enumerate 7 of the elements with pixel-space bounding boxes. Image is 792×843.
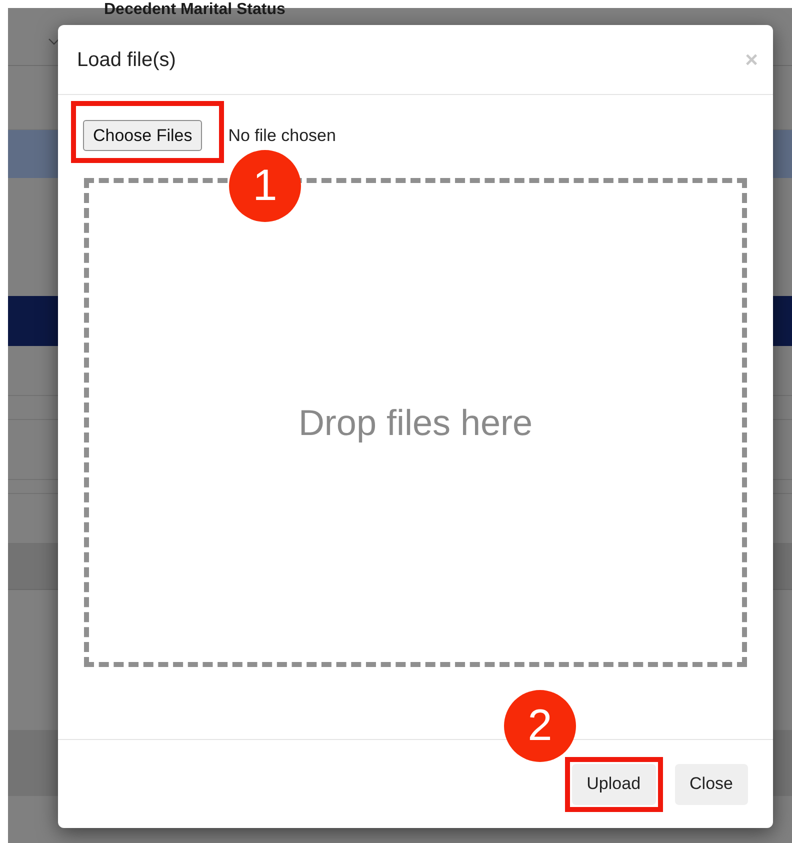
drop-zone-text: Drop files here <box>298 400 533 444</box>
file-status: No file chosen <box>228 124 336 147</box>
upload-button[interactable]: Upload <box>572 764 656 804</box>
dialog-title: Load file(s) <box>77 48 176 72</box>
chevron-icon <box>48 38 60 46</box>
close-button[interactable]: Close <box>674 764 748 804</box>
choose-files-button[interactable]: Choose Files <box>83 120 202 151</box>
